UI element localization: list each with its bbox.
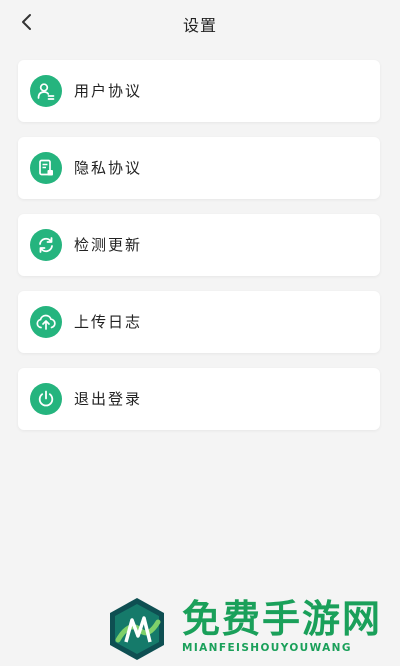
page-title: 设置 — [182, 16, 217, 35]
settings-list: 用户协议 隐私协议 检测更新 上传日志 退出登录 — [18, 60, 380, 445]
watermark: 免费手游网 MIANFEISHOUYOUWANG — [104, 596, 394, 660]
check-update-label: 检测更新 — [74, 236, 143, 254]
logout-item[interactable]: 退出登录 — [18, 368, 380, 430]
privacy-agreement-label: 隐私协议 — [74, 159, 143, 177]
watermark-title: 免费手游网 — [182, 597, 383, 641]
watermark-subtitle: MIANFEISHOUYOUWANG — [182, 642, 352, 654]
cloud-upload-icon — [30, 306, 62, 338]
user-agreement-item[interactable]: 用户协议 — [18, 60, 380, 122]
upload-log-item[interactable]: 上传日志 — [18, 291, 380, 353]
check-update-item[interactable]: 检测更新 — [18, 214, 380, 276]
logout-label: 退出登录 — [74, 390, 143, 408]
watermark-logo-icon — [110, 598, 164, 660]
user-agreement-label: 用户协议 — [74, 82, 143, 100]
privacy-document-icon — [30, 152, 62, 184]
app-header: 设置 — [0, 0, 400, 46]
user-agreement-icon — [30, 75, 62, 107]
power-icon — [30, 383, 62, 415]
refresh-icon — [30, 229, 62, 261]
upload-log-label: 上传日志 — [74, 313, 143, 331]
privacy-agreement-item[interactable]: 隐私协议 — [18, 137, 380, 199]
